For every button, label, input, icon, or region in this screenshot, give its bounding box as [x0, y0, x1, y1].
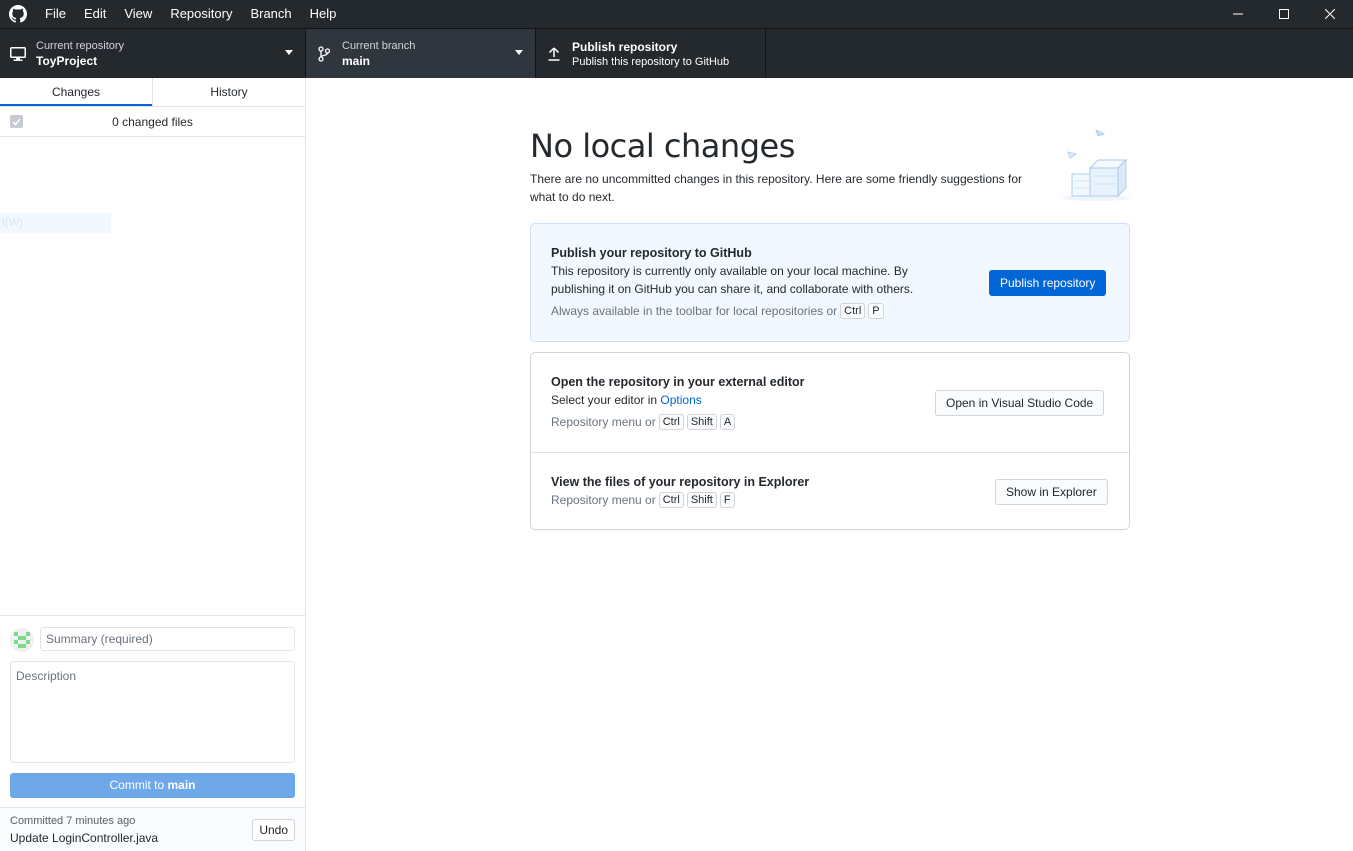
commit-form: Summary (required) Description Commit to… [0, 615, 305, 807]
repository-selector-text: Current repository ToyProject [36, 39, 124, 69]
git-branch-icon [306, 45, 342, 62]
kbd-ctrl: Ctrl [840, 303, 866, 319]
sidebar-tabs: Changes History [0, 78, 305, 107]
last-commit-message: Update LoginController.java [10, 831, 159, 845]
summary-input[interactable]: Summary (required) [40, 627, 295, 651]
title-bar: File Edit View Repository Branch Help [0, 0, 1353, 28]
menu-branch[interactable]: Branch [241, 0, 300, 28]
check-icon [12, 118, 21, 126]
undo-button[interactable]: Undo [252, 819, 295, 841]
kbd-p: P [868, 303, 884, 319]
kbd-f: F [719, 492, 735, 508]
publish-card-description: This repository is currently only availa… [551, 264, 914, 296]
chevron-down-icon [285, 50, 293, 55]
repository-selector[interactable]: Current repository ToyProject [0, 29, 306, 78]
publish-card-title: Publish your repository to GitHub [551, 246, 752, 260]
description-input[interactable]: Description [10, 661, 295, 763]
desktop-icon [0, 46, 36, 61]
github-logo-icon [0, 0, 36, 28]
commit-button-prefix: Commit to [109, 778, 168, 792]
kbd-a: A [719, 414, 736, 430]
maximize-button[interactable] [1261, 0, 1307, 28]
kbd-ctrl: Ctrl [658, 492, 684, 508]
no-changes-header: No local changes There are no uncommitte… [530, 126, 1130, 206]
maximize-icon [1279, 9, 1289, 19]
menu-edit[interactable]: Edit [75, 0, 115, 28]
menu-bar: File Edit View Repository Branch Help [36, 0, 345, 28]
publish-suggestion-card: Publish your repository to GitHub This r… [530, 223, 1130, 342]
editor-row-title: Open the repository in your external edi… [551, 375, 805, 389]
open-in-editor-button[interactable]: Open in Visual Studio Code [935, 390, 1105, 416]
branch-selector-text: Current branch main [342, 39, 415, 69]
editor-hint-text: Repository menu or [551, 415, 656, 429]
publish-text: Publish repository Publish this reposito… [572, 39, 729, 69]
toolbar: Current repository ToyProject Current br… [0, 28, 1353, 78]
kbd-ctrl: Ctrl [658, 414, 684, 430]
show-in-explorer-button[interactable]: Show in Explorer [995, 479, 1108, 505]
tab-history[interactable]: History [152, 78, 305, 106]
publish-hint-text: Always available in the toolbar for loca… [551, 304, 838, 318]
close-button[interactable] [1307, 0, 1353, 28]
minimize-button[interactable] [1215, 0, 1261, 28]
upload-icon [536, 46, 572, 61]
explorer-hint-text: Repository menu or [551, 493, 656, 507]
editor-row: Open the repository in your external edi… [531, 353, 1129, 452]
editor-desc-prefix: Select your editor in [551, 393, 661, 407]
tab-changes[interactable]: Changes [0, 78, 152, 106]
repository-name: ToyProject [36, 53, 98, 68]
page-subtitle: There are no uncommitted changes in this… [530, 172, 1023, 204]
publish-subtitle: Publish this repository to GitHub [572, 55, 730, 68]
publish-repository-button[interactable]: Publish repository [989, 270, 1107, 296]
actions-card: Open the repository in your external edi… [530, 352, 1130, 530]
page-title: No local changes [530, 127, 795, 165]
main-panel: No local changes There are no uncommitte… [306, 78, 1353, 851]
menu-help[interactable]: Help [301, 0, 346, 28]
editor-row-description: Select your editor in Options [551, 391, 951, 409]
commit-button[interactable]: Commit to main [10, 773, 295, 798]
branch-label: Current branch [342, 39, 416, 52]
menu-repository[interactable]: Repository [161, 0, 241, 28]
changed-files-header: 0 changed files [0, 107, 305, 137]
options-link[interactable]: Options [660, 393, 701, 407]
chevron-down-icon [515, 50, 523, 55]
close-icon [1325, 9, 1335, 19]
changed-files-count: 0 changed files [112, 114, 193, 129]
last-commit-panel: Committed 7 minutes ago Update LoginCont… [0, 807, 305, 851]
sidebar: Changes History 0 changed files t(W) Sum… [0, 78, 306, 851]
repository-label: Current repository [36, 39, 125, 52]
branch-name: main [342, 53, 371, 68]
avatar [10, 628, 34, 652]
kbd-shift: Shift [686, 414, 717, 430]
publish-card-shortcut-hint: Always available in the toolbar for loca… [551, 302, 1109, 320]
publish-title: Publish repository [572, 39, 678, 54]
ghost-list-item: t(W) [0, 213, 111, 233]
minimize-icon [1233, 13, 1243, 15]
commit-button-branch: main [167, 778, 196, 792]
menu-view[interactable]: View [115, 0, 161, 28]
select-all-checkbox[interactable] [10, 115, 23, 128]
menu-file[interactable]: File [36, 0, 75, 28]
publish-repository-toolbar-button[interactable]: Publish repository Publish this reposito… [536, 29, 766, 78]
empty-state-illustration-icon [1060, 126, 1130, 202]
branch-selector[interactable]: Current branch main [306, 29, 536, 78]
kbd-shift: Shift [686, 492, 717, 508]
last-commit-time: Committed 7 minutes ago [10, 815, 136, 827]
window-controls [1215, 0, 1353, 28]
explorer-row: View the files of your repository in Exp… [531, 452, 1129, 529]
